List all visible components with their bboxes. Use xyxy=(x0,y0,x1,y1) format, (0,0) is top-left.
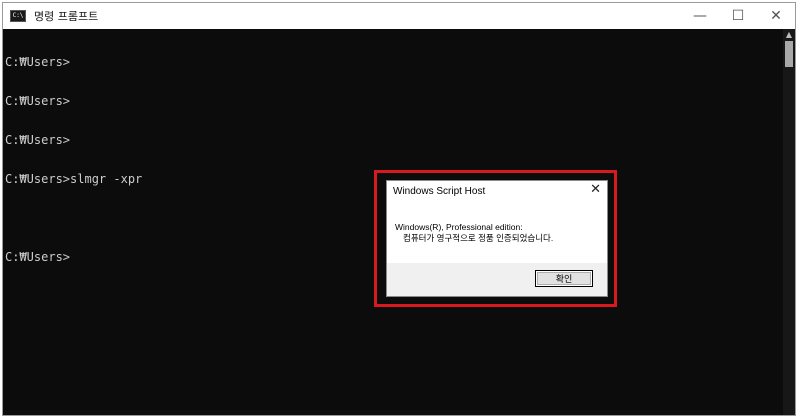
console-line: C:₩Users> xyxy=(5,94,71,108)
console-line: C:₩Users> xyxy=(5,55,71,69)
script-host-dialog: Windows Script Host ✕ Windows(R), Profes… xyxy=(386,180,608,297)
console-line: C:₩Users> xyxy=(5,133,71,147)
cmd-icon-text: C:\ xyxy=(12,12,24,19)
vertical-scrollbar[interactable]: ▲ xyxy=(783,29,795,415)
minimize-button[interactable]: — xyxy=(681,3,719,29)
dialog-message: Windows(R), Professional edition: 컴퓨터가 영… xyxy=(395,222,601,244)
dialog-message-line2: 컴퓨터가 영구적으로 정품 인증되었습니다. xyxy=(403,233,554,243)
ok-button[interactable]: 확인 xyxy=(535,270,593,287)
title-bar[interactable]: C:\ 명령 프롬프트 — ☐ ✕ xyxy=(3,3,795,29)
maximize-button[interactable]: ☐ xyxy=(719,3,757,29)
scroll-thumb[interactable] xyxy=(785,41,793,67)
dialog-footer: 확인 xyxy=(387,263,607,296)
dialog-close-button[interactable]: ✕ xyxy=(590,182,601,197)
scroll-up-arrow-icon[interactable]: ▲ xyxy=(783,29,795,41)
close-button[interactable]: ✕ xyxy=(757,3,795,29)
window-controls: — ☐ ✕ xyxy=(681,3,795,29)
dialog-title: Windows Script Host xyxy=(393,186,486,197)
cmd-icon: C:\ xyxy=(10,10,26,22)
dialog-message-line1: Windows(R), Professional edition: xyxy=(395,222,523,232)
window-title: 명령 프롬프트 xyxy=(34,10,99,23)
